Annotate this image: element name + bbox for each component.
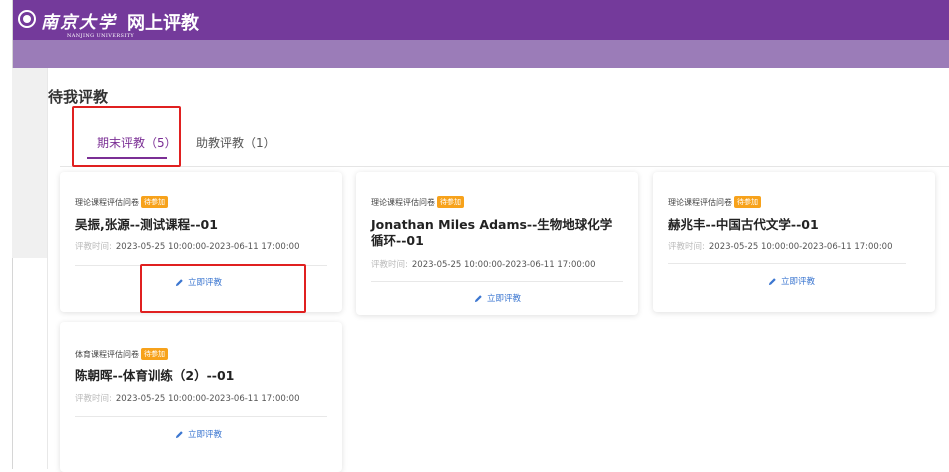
- questionnaire-type: 理论课程评估问卷 待参加: [75, 196, 168, 208]
- course-title: 陈朝晖--体育训练（2）--01: [75, 368, 235, 383]
- evaluation-card: 理论课程评估问卷 待参加 Jonathan Miles Adams--生物地球化…: [356, 172, 638, 315]
- evaluation-time: 评教时间: 2023-05-25 10:00:00-2023-06-11 17:0…: [668, 240, 893, 252]
- time-value: 2023-05-25 10:00:00-2023-06-11 17:00:00: [115, 394, 300, 404]
- tab-ta-evaluation[interactable]: 助教评教（1）: [196, 134, 276, 151]
- evaluate-now-button[interactable]: 立即评教: [768, 275, 815, 287]
- evaluation-card: 理论课程评估问卷 待参加 赫兆丰--中国古代文学--01 评教时间: 2023-0…: [653, 172, 935, 312]
- university-seal-icon: [18, 10, 36, 28]
- questionnaire-type: 理论课程评估问卷 待参加: [371, 196, 464, 208]
- evaluation-card: 体育课程评估问卷 待参加 陈朝晖--体育训练（2）--01 评教时间: 2023-…: [60, 322, 342, 472]
- status-badge: 待参加: [141, 348, 168, 360]
- pencil-icon: [768, 277, 776, 285]
- questionnaire-type-label: 理论课程评估问卷: [75, 197, 139, 207]
- questionnaire-type: 体育课程评估问卷 待参加: [75, 348, 168, 360]
- questionnaire-type: 理论课程评估问卷 待参加: [668, 196, 761, 208]
- card-divider: [371, 281, 623, 282]
- time-label: 评教时间:: [371, 260, 408, 270]
- highlight-box-action: [140, 264, 306, 313]
- evaluation-time: 评教时间: 2023-05-25 10:00:00-2023-06-11 17:0…: [75, 240, 300, 252]
- time-label: 评教时间:: [75, 394, 112, 404]
- course-title: Jonathan Miles Adams--生物地球化学循环--01: [371, 217, 613, 248]
- page-title: 待我评教: [48, 88, 109, 106]
- status-badge: 待参加: [437, 196, 464, 208]
- questionnaire-type-label: 体育课程评估问卷: [75, 349, 139, 359]
- evaluate-now-label: 立即评教: [487, 294, 522, 304]
- evaluation-time: 评教时间: 2023-05-25 10:00:00-2023-06-11 17:0…: [75, 392, 300, 404]
- time-label: 评教时间:: [668, 242, 705, 252]
- time-value: 2023-05-25 10:00:00-2023-06-11 17:00:00: [115, 242, 300, 252]
- evaluate-now-button[interactable]: 立即评教: [175, 428, 222, 440]
- evaluation-time: 评教时间: 2023-05-25 10:00:00-2023-06-11 17:0…: [371, 258, 596, 270]
- side-panel: [12, 68, 47, 258]
- evaluate-now-label: 立即评教: [188, 430, 223, 440]
- pencil-icon: [474, 294, 482, 302]
- highlight-box-tab: [72, 106, 181, 167]
- pencil-icon: [175, 430, 183, 438]
- questionnaire-type-label: 理论课程评估问卷: [668, 197, 732, 207]
- card-divider: [668, 263, 906, 264]
- time-value: 2023-05-25 10:00:00-2023-06-11 17:00:00: [411, 260, 596, 270]
- time-label: 评教时间:: [75, 242, 112, 252]
- course-title: 赫兆丰--中国古代文学--01: [668, 217, 819, 232]
- questionnaire-type-label: 理论课程评估问卷: [371, 197, 435, 207]
- app-title: 网上评教: [127, 13, 199, 34]
- university-logo[interactable]: 南京大学 NANJING UNIVERSITY 网上评教: [18, 4, 199, 40]
- status-badge: 待参加: [734, 196, 761, 208]
- evaluate-now-button[interactable]: 立即评教: [474, 292, 521, 304]
- evaluate-now-label: 立即评教: [781, 277, 816, 287]
- course-title: 吴振,张源--测试课程--01: [75, 217, 218, 232]
- header-band: [0, 40, 949, 68]
- university-name-en: NANJING UNIVERSITY: [67, 33, 135, 39]
- university-name-cn: 南京大学: [41, 13, 117, 33]
- time-value: 2023-05-25 10:00:00-2023-06-11 17:00:00: [708, 242, 893, 252]
- card-divider: [75, 416, 327, 417]
- status-badge: 待参加: [141, 196, 168, 208]
- tab-bar: [60, 112, 949, 167]
